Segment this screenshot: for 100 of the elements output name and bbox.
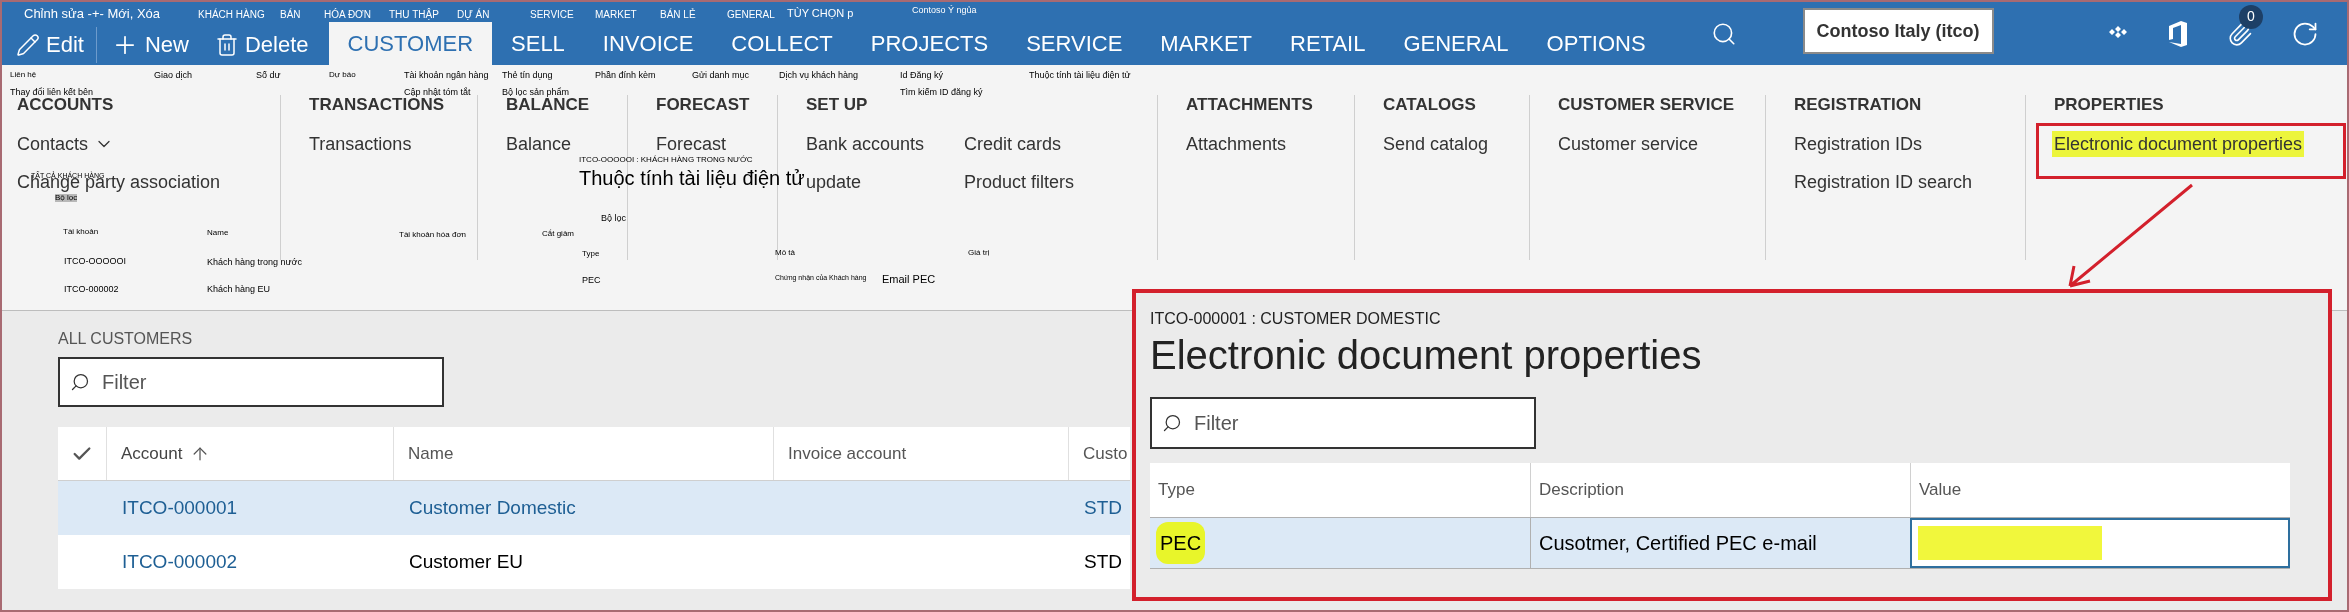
translation-label: Chỉnh sửa -+- Mới, Xóa bbox=[24, 7, 161, 20]
translation-label: Thay đổi liên kết bên bbox=[10, 88, 94, 97]
action-button[interactable]: Edit bbox=[10, 26, 97, 63]
ribbon-item[interactable]: Attachments bbox=[1186, 131, 1287, 157]
translation-label: BÁN bbox=[280, 10, 301, 20]
ribbon-tab[interactable]: MARKET bbox=[1141, 22, 1272, 65]
translation-label: ITCO-000002 bbox=[64, 285, 119, 294]
translation-label: Type bbox=[582, 250, 600, 258]
translation-label: Tài khoản hóa đơn bbox=[399, 231, 467, 239]
search-icon bbox=[70, 372, 90, 392]
translation-label: Phần đính kèm bbox=[595, 71, 656, 80]
column-header[interactable]: Name bbox=[393, 427, 773, 480]
translation-label: Thuộc tính tài liệu điện tử bbox=[579, 168, 805, 188]
translation-label: Mô tả bbox=[775, 249, 795, 257]
action-button[interactable]: New bbox=[104, 26, 195, 63]
ribbon-item[interactable]: Registration IDs bbox=[1794, 131, 1973, 157]
translation-label: Khách hàng trong nước bbox=[207, 258, 302, 267]
name-cell-text: Customer EU bbox=[409, 549, 525, 574]
translation-label: Thẻ tín dụng bbox=[502, 71, 553, 80]
customer-row[interactable]: ITCO-000002 Customer EU STD bbox=[58, 535, 1130, 589]
translation-label: Tài khoản ngân hàng bbox=[404, 71, 489, 80]
translation-label: THU THẬP bbox=[389, 10, 439, 20]
group-header: ATTACHMENTS bbox=[1186, 95, 1314, 115]
translation-label: Email PEC bbox=[882, 274, 936, 285]
value-field[interactable] bbox=[1909, 518, 2290, 568]
column-header[interactable]: Type bbox=[1150, 463, 1530, 517]
group-header: SET UP bbox=[806, 95, 869, 115]
translation-label: Số dư bbox=[256, 71, 281, 80]
translation-label: Tìm kiếm ID đăng ký bbox=[900, 88, 983, 97]
translation-label: Name bbox=[207, 229, 229, 237]
type-cell: PEC bbox=[1156, 522, 1206, 564]
translation-label: PEC bbox=[582, 276, 601, 285]
ribbon-item[interactable]: update bbox=[806, 169, 925, 195]
ribbon-item[interactable]: Contacts bbox=[17, 131, 221, 157]
ribbon-item[interactable]: Product filters bbox=[964, 169, 1075, 195]
translation-label: Tài khoản bbox=[63, 228, 99, 236]
ribbon-tab[interactable]: SELL bbox=[492, 22, 584, 65]
ribbon-tab[interactable]: CUSTOMER bbox=[328, 22, 493, 65]
translation-label: ITCO-OOOOOI : KHÁCH HÀNG TRONG NƯỚC bbox=[579, 156, 753, 164]
group-header: CATALOGS bbox=[1383, 95, 1477, 115]
office-logo-icon[interactable] bbox=[2167, 20, 2189, 47]
group-header: REGISTRATION bbox=[1794, 95, 1923, 115]
column-header[interactable]: Account bbox=[106, 427, 393, 480]
translation-label: SERVICE bbox=[530, 10, 574, 20]
pencil-icon bbox=[16, 32, 40, 57]
translation-label: Giá trị bbox=[968, 249, 990, 257]
ribbon-tab[interactable]: COLLECT bbox=[712, 22, 852, 65]
account-link[interactable]: ITCO-000002 bbox=[122, 547, 409, 577]
company-selector[interactable]: Contoso Italy (itco) bbox=[1802, 8, 1994, 54]
translation-label: Khách hàng EU bbox=[207, 285, 271, 294]
customer-row[interactable]: ITCO-000001 Customer Domestic STD bbox=[58, 481, 1130, 535]
translation-label: Contoso Ý ngủa bbox=[912, 6, 977, 15]
ribbon-item[interactable]: Registration ID search bbox=[1794, 169, 1973, 195]
ribbon-tab[interactable]: PROJECTS bbox=[851, 22, 1008, 65]
ribbon-item[interactable]: Transactions bbox=[309, 131, 412, 157]
translation-label: DỰ ÁN bbox=[457, 10, 490, 20]
translation-label: Thuộc tính tài liệu điện tử bbox=[1029, 71, 1131, 80]
translation-label: GENERAL bbox=[727, 10, 775, 20]
group-header: BALANCE bbox=[506, 95, 591, 115]
translation-label: Cập nhật tóm tắt bbox=[404, 88, 471, 97]
action-button[interactable]: Delete bbox=[208, 26, 315, 63]
translation-label: TÙY CHỌN p bbox=[787, 8, 854, 19]
column-header[interactable]: Invoice account bbox=[773, 427, 1068, 480]
group-header: PROPERTIES bbox=[2054, 95, 2165, 115]
ribbon-item[interactable]: Electronic document properties bbox=[2052, 131, 2305, 157]
translation-label: HÓA ĐƠN bbox=[324, 10, 371, 20]
search-icon bbox=[1162, 413, 1182, 433]
panel-title: Electronic document properties bbox=[1150, 332, 1703, 379]
translation-label: Liên hệ bbox=[10, 71, 37, 79]
ribbon-tab[interactable]: INVOICE bbox=[583, 22, 713, 65]
translation-label: Cắt giảm bbox=[542, 230, 574, 238]
translation-label: Dự báo bbox=[329, 71, 356, 79]
group-header: FORECAST bbox=[656, 95, 751, 115]
ribbon-tab[interactable]: OPTIONS bbox=[1527, 22, 1665, 65]
translation-label: ITCO-OOOOOI bbox=[64, 257, 126, 266]
ribbon-item[interactable]: Balance bbox=[506, 131, 572, 157]
description-cell-text: Cusotmer, Certified PEC e-mail bbox=[1538, 531, 1817, 556]
translation-label: Bộ lọc bbox=[601, 214, 626, 223]
list-title: ALL CUSTOMERS bbox=[58, 329, 194, 349]
column-header[interactable]: Custo bbox=[1068, 427, 1130, 480]
ribbon-item[interactable]: Customer service bbox=[1558, 131, 1699, 157]
ribbon-tab[interactable]: GENERAL bbox=[1384, 22, 1528, 65]
filter-field[interactable]: Filter bbox=[1150, 397, 1536, 449]
notification-badge: 0 bbox=[2239, 4, 2263, 29]
ribbon-item[interactable]: Credit cards bbox=[964, 131, 1075, 157]
filter-field[interactable]: Filter bbox=[58, 357, 444, 407]
translation-label: MARKET bbox=[595, 10, 637, 20]
table-cell-text: STD bbox=[1084, 495, 1122, 520]
ribbon-item[interactable]: Bank accounts bbox=[806, 131, 925, 157]
translation-label: KHÁCH HÀNG bbox=[198, 10, 265, 20]
property-row[interactable]: PEC Cusotmer, Certified PEC e-mail bbox=[1150, 517, 2290, 569]
translation-label: Gửi danh mục bbox=[692, 71, 750, 80]
ribbon-tab[interactable]: SERVICE bbox=[1007, 22, 1142, 65]
table-cell-text: STD bbox=[1084, 549, 1122, 574]
translation-label: Bộ lọc sản phẩm bbox=[502, 88, 570, 97]
account-link[interactable]: ITCO-000001 bbox=[122, 493, 409, 523]
translation-label: Dịch vụ khách hàng bbox=[779, 71, 859, 80]
ribbon-item[interactable]: Send catalog bbox=[1383, 131, 1489, 157]
ribbon-tab[interactable]: RETAIL bbox=[1271, 22, 1385, 65]
translation-label: Id Đăng ký bbox=[900, 71, 944, 80]
